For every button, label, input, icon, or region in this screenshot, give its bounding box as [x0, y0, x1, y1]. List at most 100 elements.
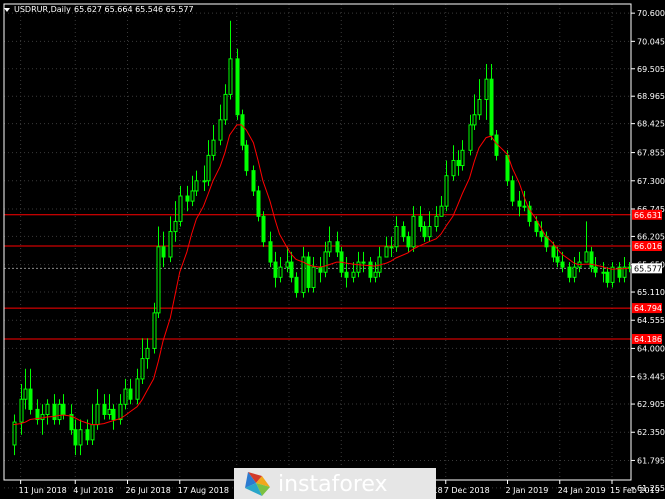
level-tag-label: 66.631: [634, 211, 662, 220]
candle: [240, 109, 245, 151]
candle-body: [368, 261, 373, 278]
candle-body: [318, 266, 323, 273]
y-tick-label: 61.795: [637, 456, 665, 465]
y-tick-label: 69.505: [637, 65, 665, 74]
chart: 70.600 70.045 69.505 68.965 68.425 67.855 67.3…: [0, 0, 665, 499]
candle-body: [107, 408, 112, 415]
candle-body: [522, 205, 527, 208]
candle-body: [439, 205, 444, 217]
candle-body: [23, 388, 28, 400]
current-price-label: 65.577: [634, 264, 662, 273]
candle-body: [85, 429, 90, 441]
candle: [256, 185, 261, 222]
candle-body: [356, 261, 361, 273]
y-tick-label: 70.045: [637, 37, 665, 46]
candle-body: [460, 149, 465, 167]
candle-body: [95, 403, 100, 426]
candle-body: [434, 215, 439, 228]
candle-body: [261, 215, 266, 243]
y-tick-label: 68.965: [637, 92, 665, 101]
candle-body: [140, 358, 145, 380]
x-tick-label: 11 Jun 2018: [19, 486, 67, 495]
candle-body: [560, 261, 565, 268]
candle-body: [344, 271, 349, 278]
watermark-brand: instaforex: [278, 472, 388, 497]
candle-body: [451, 159, 456, 177]
candle-body: [373, 271, 378, 278]
candle-body: [12, 421, 17, 446]
candle-body: [190, 190, 195, 202]
candle-body: [422, 226, 427, 238]
ohlc-readout: 65.627 65.664 65.546 65.577: [74, 5, 194, 14]
candle-body: [418, 215, 423, 228]
candle-body: [477, 99, 482, 116]
candle-body: [605, 271, 610, 283]
candle-body: [244, 144, 249, 172]
candle-body: [534, 220, 539, 233]
x-tick-label: 7 Dec 2018: [444, 486, 490, 495]
candle-body: [202, 180, 207, 183]
y-tick-label: 70.600: [637, 9, 665, 18]
candle-body: [235, 58, 240, 116]
candle-body: [539, 231, 544, 238]
candle-body: [505, 154, 510, 182]
candle: [306, 251, 311, 293]
candle-body: [161, 246, 166, 258]
x-tick-label: 2 Jan 2019: [506, 486, 549, 495]
candle: [235, 48, 240, 120]
candle-body: [102, 403, 107, 415]
candle-body: [178, 195, 183, 222]
candle-body: [327, 241, 332, 253]
x-tick-label: 17 Aug 2018: [178, 486, 229, 495]
candle: [244, 140, 249, 176]
x-tick-label: 26 Jul 2018: [126, 486, 171, 495]
candle-body: [278, 266, 283, 278]
y-tick-label: 63.445: [637, 373, 665, 382]
watermark: instaforex: [234, 468, 436, 499]
candle-body: [185, 195, 190, 202]
y-tick-label: 64.000: [637, 344, 665, 353]
candle-body: [351, 271, 356, 278]
candle-body: [152, 312, 157, 349]
x-tick-label: 4 Jul 2018: [73, 486, 113, 495]
y-tick-label: 62.350: [637, 428, 665, 437]
candle-body: [551, 246, 556, 258]
chart-canvas: 70.600 70.045 69.505 68.965 68.425 67.855 67.3…: [0, 0, 665, 499]
y-tick-label: 62.905: [637, 400, 665, 409]
level-tag-label: 64.186: [634, 335, 662, 344]
candle-body: [401, 226, 406, 238]
candle-body: [78, 429, 83, 446]
candle-body: [593, 266, 598, 273]
candle-body: [555, 256, 560, 263]
candle-body: [384, 246, 389, 258]
y-tick-label: 67.300: [637, 177, 665, 186]
y-tick-label: 67.855: [637, 149, 665, 158]
chart-title: USDRUR,Daily 65.627 65.664 65.546 65.577: [4, 5, 194, 14]
candle-body: [572, 266, 577, 278]
y-tick-label: 65.110: [637, 288, 665, 297]
level-tag-label: 66.016: [634, 242, 662, 251]
candle-body: [40, 413, 45, 421]
candle-body: [484, 78, 489, 101]
candle-body: [111, 408, 116, 421]
candle-body: [567, 266, 572, 278]
candle: [261, 211, 266, 247]
candle-body: [52, 403, 57, 421]
candle-body: [90, 424, 95, 441]
candle-body: [73, 429, 78, 446]
candle-body: [510, 180, 515, 202]
candle-body: [135, 378, 140, 400]
candle-body: [584, 251, 589, 263]
candle-body: [173, 220, 178, 233]
candle-body: [517, 200, 522, 207]
level-tag-label: 64.794: [634, 304, 662, 313]
candle-body: [168, 231, 173, 258]
candle-body: [211, 139, 216, 156]
candle-body: [223, 93, 228, 121]
candle-body: [256, 190, 261, 217]
candle-body: [289, 261, 294, 278]
candle-body: [123, 388, 128, 405]
candle-body: [28, 388, 33, 410]
candle-body: [268, 241, 273, 263]
candle-body: [489, 78, 494, 136]
